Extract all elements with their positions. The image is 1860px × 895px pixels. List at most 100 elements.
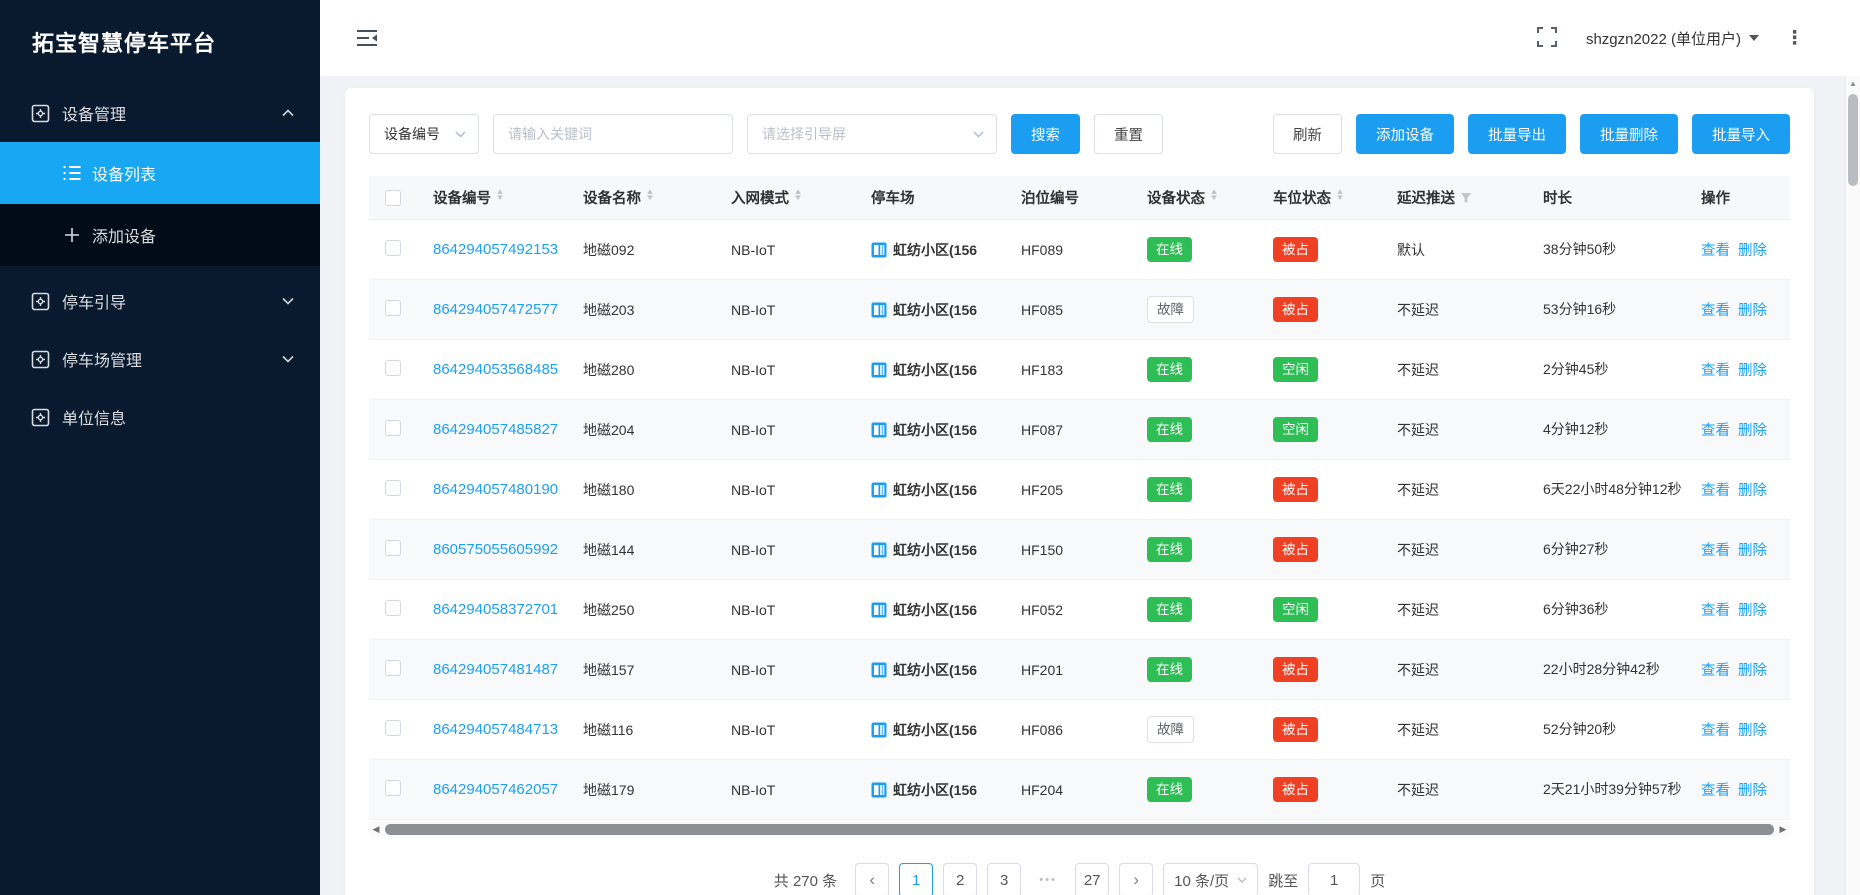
view-link[interactable]: 查看 bbox=[1701, 779, 1730, 800]
view-link[interactable]: 查看 bbox=[1701, 719, 1730, 740]
sort-icon[interactable]: ▲▼ bbox=[496, 192, 504, 204]
delay-push: 不延迟 bbox=[1397, 480, 1543, 500]
horizontal-scrollbar[interactable]: ◀ ▶ bbox=[369, 822, 1790, 837]
device-status-cell: 在线 bbox=[1147, 537, 1273, 563]
actions-cell: 查看删除 bbox=[1701, 599, 1790, 620]
page-button-2[interactable]: 2 bbox=[943, 863, 977, 895]
delete-link[interactable]: 删除 bbox=[1738, 359, 1767, 380]
batch-export-button[interactable]: 批量导出 bbox=[1468, 114, 1566, 154]
delete-link[interactable]: 删除 bbox=[1738, 599, 1767, 620]
delete-link[interactable]: 删除 bbox=[1738, 659, 1767, 680]
sort-icon[interactable]: ▲▼ bbox=[794, 192, 802, 204]
col-device-name[interactable]: 设备名称▲▼ bbox=[583, 187, 731, 208]
device-list-card: 设备编号 请选择引导屏 搜索 重置 bbox=[345, 88, 1814, 895]
device-id-link[interactable]: 860575055605992 bbox=[433, 541, 558, 558]
scroll-left-icon[interactable]: ◀ bbox=[369, 824, 383, 835]
col-network-mode[interactable]: 入网模式▲▼ bbox=[731, 187, 871, 208]
col-device-status[interactable]: 设备状态▲▼ bbox=[1147, 187, 1273, 208]
add-device-button[interactable]: 添加设备 bbox=[1356, 114, 1454, 154]
row-checkbox-cell bbox=[369, 480, 433, 499]
page-button-27[interactable]: 27 bbox=[1075, 863, 1109, 895]
device-id-link[interactable]: 864294057481487 bbox=[433, 661, 558, 678]
row-checkbox[interactable] bbox=[385, 240, 401, 256]
delete-link[interactable]: 删除 bbox=[1738, 299, 1767, 320]
row-checkbox[interactable] bbox=[385, 660, 401, 676]
menu-fold-icon[interactable] bbox=[354, 25, 380, 51]
keyword-input[interactable] bbox=[508, 126, 718, 142]
row-checkbox[interactable] bbox=[385, 360, 401, 376]
select-all-checkbox[interactable] bbox=[385, 190, 401, 206]
row-checkbox[interactable] bbox=[385, 600, 401, 616]
delete-link[interactable]: 删除 bbox=[1738, 539, 1767, 560]
actions-cell: 查看删除 bbox=[1701, 299, 1790, 320]
vertical-scrollbar[interactable]: ▲ bbox=[1845, 76, 1860, 895]
device-id-link[interactable]: 864294053568485 bbox=[433, 361, 558, 378]
view-link[interactable]: 查看 bbox=[1701, 539, 1730, 560]
next-page-button[interactable]: › bbox=[1119, 863, 1153, 895]
col-delay-push[interactable]: 延迟推送 bbox=[1397, 187, 1543, 208]
jump-page-input[interactable] bbox=[1308, 863, 1360, 895]
row-checkbox[interactable] bbox=[385, 720, 401, 736]
fullscreen-icon[interactable] bbox=[1536, 26, 1560, 50]
filter-funnel-icon[interactable] bbox=[1460, 192, 1472, 204]
page-button-1[interactable]: 1 bbox=[899, 863, 933, 895]
device-id-link[interactable]: 864294057485827 bbox=[433, 421, 558, 438]
view-link[interactable]: 查看 bbox=[1701, 599, 1730, 620]
sidebar-item-parking-guide[interactable]: 停车引导 bbox=[0, 272, 320, 330]
sort-icon[interactable]: ▲▼ bbox=[1210, 192, 1218, 204]
row-checkbox[interactable] bbox=[385, 300, 401, 316]
batch-delete-button[interactable]: 批量删除 bbox=[1580, 114, 1678, 154]
prev-page-button[interactable]: ‹ bbox=[855, 863, 889, 895]
berth-code: HF085 bbox=[1021, 302, 1147, 318]
network-mode: NB-IoT bbox=[731, 602, 871, 618]
device-id-link[interactable]: 864294057484713 bbox=[433, 721, 558, 738]
view-link[interactable]: 查看 bbox=[1701, 359, 1730, 380]
slot-status-badge: 空闲 bbox=[1273, 597, 1318, 623]
device-id-link[interactable]: 864294057480190 bbox=[433, 481, 558, 498]
device-id-link[interactable]: 864294058372701 bbox=[433, 601, 558, 618]
more-options-icon[interactable]: ⋮ bbox=[1785, 29, 1804, 48]
refresh-button[interactable]: 刷新 bbox=[1273, 114, 1342, 154]
col-slot-status[interactable]: 车位状态▲▼ bbox=[1273, 187, 1397, 208]
device-id-link[interactable]: 864294057462057 bbox=[433, 781, 558, 798]
view-link[interactable]: 查看 bbox=[1701, 419, 1730, 440]
scroll-right-icon[interactable]: ▶ bbox=[1776, 824, 1790, 835]
sidebar-item-device-mgmt[interactable]: 设备管理 bbox=[0, 84, 320, 142]
h-scroll-thumb[interactable] bbox=[385, 824, 1774, 835]
search-field-select[interactable]: 设备编号 bbox=[369, 114, 479, 154]
sort-icon[interactable]: ▲▼ bbox=[1336, 192, 1344, 204]
reset-button[interactable]: 重置 bbox=[1094, 114, 1163, 154]
sidebar-item-unit-info[interactable]: 单位信息 bbox=[0, 388, 320, 446]
device-id-link[interactable]: 864294057492153 bbox=[433, 241, 558, 258]
delete-link[interactable]: 删除 bbox=[1738, 419, 1767, 440]
guide-screen-select[interactable]: 请选择引导屏 bbox=[747, 114, 997, 154]
user-menu[interactable]: shzgzn2022 (单位用户) bbox=[1586, 28, 1759, 49]
page-size-select[interactable]: 10 条/页 bbox=[1163, 863, 1258, 895]
batch-import-button[interactable]: 批量导入 bbox=[1692, 114, 1790, 154]
view-link[interactable]: 查看 bbox=[1701, 239, 1730, 260]
delete-link[interactable]: 删除 bbox=[1738, 719, 1767, 740]
page-button-3[interactable]: 3 bbox=[987, 863, 1021, 895]
view-link[interactable]: 查看 bbox=[1701, 299, 1730, 320]
sidebar-item-device-list[interactable]: 设备列表 bbox=[0, 142, 320, 204]
view-link[interactable]: 查看 bbox=[1701, 659, 1730, 680]
scroll-up-icon[interactable]: ▲ bbox=[1846, 76, 1860, 88]
row-checkbox[interactable] bbox=[385, 540, 401, 556]
sidebar-item-add-device[interactable]: 添加设备 bbox=[0, 204, 320, 266]
main-area: shzgzn2022 (单位用户) ⋮ 设备编号 bbox=[320, 0, 1860, 895]
device-id-link[interactable]: 864294057472577 bbox=[433, 301, 558, 318]
row-checkbox[interactable] bbox=[385, 480, 401, 496]
delete-link[interactable]: 删除 bbox=[1738, 779, 1767, 800]
sidebar-item-lot-mgmt[interactable]: 停车场管理 bbox=[0, 330, 320, 388]
col-device-id[interactable]: 设备编号▲▼ bbox=[433, 187, 583, 208]
row-checkbox[interactable] bbox=[385, 420, 401, 436]
table-row: 864294057492153地磁092NB-IoT虹纺小区(156HF089在… bbox=[369, 220, 1790, 280]
delete-link[interactable]: 删除 bbox=[1738, 239, 1767, 260]
v-scroll-thumb[interactable] bbox=[1848, 94, 1858, 186]
search-button[interactable]: 搜索 bbox=[1011, 114, 1080, 154]
view-link[interactable]: 查看 bbox=[1701, 479, 1730, 500]
page-ellipsis[interactable]: ••• bbox=[1031, 863, 1065, 895]
row-checkbox[interactable] bbox=[385, 780, 401, 796]
delete-link[interactable]: 删除 bbox=[1738, 479, 1767, 500]
sort-icon[interactable]: ▲▼ bbox=[646, 192, 654, 204]
